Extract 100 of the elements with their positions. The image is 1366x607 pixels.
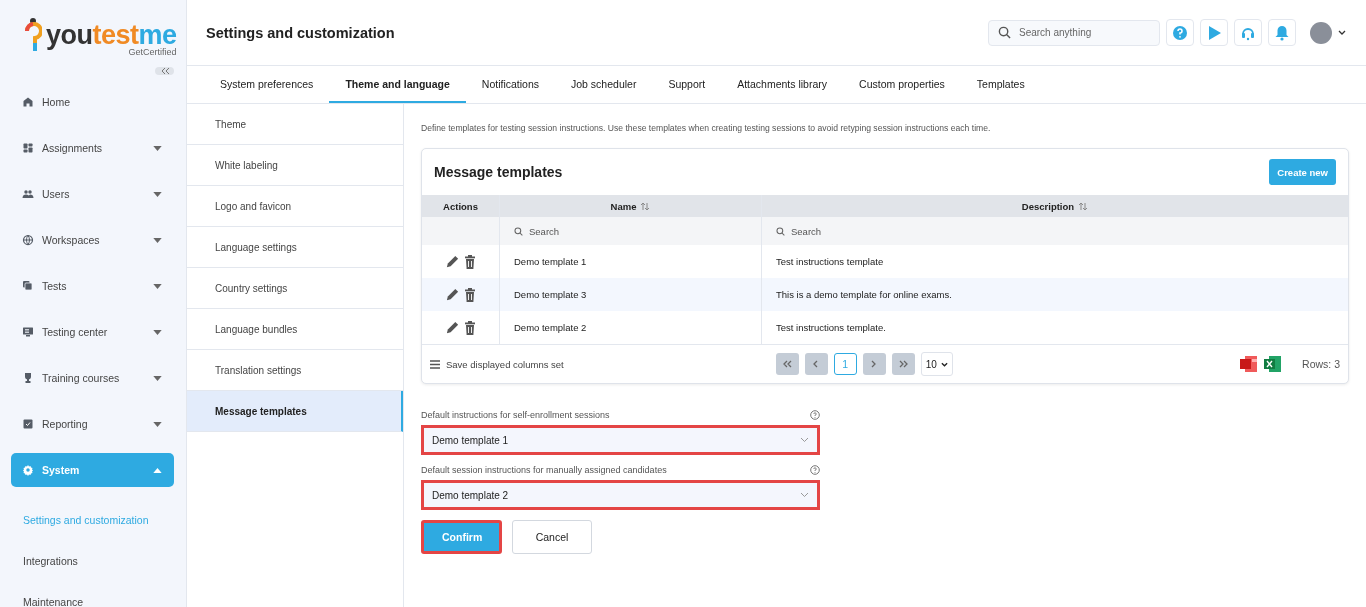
- logo-tagline: GetCertified: [127, 46, 177, 57]
- stacked-squares-icon: [22, 280, 34, 292]
- sidebar-item[interactable]: Home: [11, 85, 174, 119]
- headset-button[interactable]: [1234, 19, 1262, 46]
- sidebar-item[interactable]: Reporting: [11, 407, 174, 441]
- page-title: Settings and customization: [206, 24, 396, 41]
- trophy-icon: [22, 372, 34, 384]
- pdf-export-button[interactable]: [1240, 355, 1259, 373]
- pencil-icon: [445, 287, 460, 302]
- tab[interactable]: Templates: [960, 66, 1041, 103]
- tab[interactable]: Support: [652, 66, 722, 103]
- sidebar-item[interactable]: Training courses: [11, 361, 174, 395]
- collapse-button[interactable]: [155, 67, 174, 75]
- checkbox-icon: [22, 418, 34, 430]
- home-icon: [22, 96, 34, 108]
- gear-icon: [22, 464, 34, 476]
- tab[interactable]: Custom properties: [843, 66, 961, 103]
- search-icon: [514, 227, 523, 236]
- cancel-button[interactable]: Cancel: [512, 520, 592, 554]
- settings-menu-item[interactable]: White labeling: [187, 145, 403, 186]
- settings-menu-item[interactable]: Language bundles: [187, 309, 403, 350]
- trash-icon: [464, 287, 476, 302]
- logo-wordmark: youtestme: [46, 21, 177, 49]
- help-icon: [810, 410, 820, 420]
- field-label: Default session instructions for manually assigned candidates: [421, 465, 667, 475]
- column-header: Actions: [443, 200, 478, 212]
- template-select[interactable]: Demo template 1: [421, 425, 820, 455]
- delete-button[interactable]: [464, 320, 476, 335]
- help-button[interactable]: [1166, 19, 1194, 46]
- table-cell-text: Test instructions template.: [775, 321, 887, 335]
- search-icon: [776, 227, 785, 236]
- table-cell: Demo template 3: [500, 278, 762, 311]
- bell-button[interactable]: [1268, 19, 1296, 46]
- table-cell: Demo template 2: [500, 311, 762, 344]
- help-icon: [810, 465, 820, 475]
- field-label: Default instructions for self-enrollment sessions: [421, 410, 610, 420]
- column-header[interactable]: Description: [1021, 200, 1075, 212]
- template-select[interactable]: Demo template 2: [421, 480, 820, 510]
- chevron-icon: [800, 492, 809, 498]
- sort-icon[interactable]: [640, 201, 651, 211]
- settings-menu-item[interactable]: Language settings: [187, 227, 403, 268]
- delete-button[interactable]: [464, 254, 476, 269]
- help-icon: [1172, 24, 1188, 41]
- column-header[interactable]: Name: [610, 200, 637, 212]
- excel-export-button[interactable]: [1264, 355, 1283, 373]
- settings-menu-item[interactable]: Country settings: [187, 268, 403, 309]
- sidebar-subitem[interactable]: Maintenance: [0, 581, 186, 607]
- users-icon: [22, 188, 34, 200]
- search-field[interactable]: Search anything: [988, 19, 1160, 46]
- double-chevron-icon: [159, 67, 170, 75]
- dashboard-icon: [22, 142, 34, 154]
- pencil-icon: [445, 254, 460, 269]
- sidebar-item[interactable]: Users: [11, 177, 174, 211]
- trash-icon: [464, 254, 476, 269]
- pdf-file-icon: [1240, 355, 1259, 373]
- next-page-button[interactable]: [862, 353, 886, 375]
- sidebar-subitem[interactable]: Integrations: [0, 540, 186, 581]
- tab[interactable]: System preferences: [204, 66, 330, 103]
- double-chevron-icon: [897, 359, 910, 369]
- tab[interactable]: Job scheduler: [555, 66, 653, 103]
- sidebar-item[interactable]: Testing center: [11, 315, 174, 349]
- pencil-icon: [445, 320, 460, 335]
- last-page-button[interactable]: [891, 353, 915, 375]
- settings-menu-item[interactable]: Theme: [187, 104, 403, 145]
- table-cell: This is a demo template for online exams.: [762, 278, 1348, 311]
- user-avatar[interactable]: [1310, 21, 1332, 44]
- search-icon: [998, 25, 1011, 39]
- play-button[interactable]: [1200, 19, 1228, 46]
- bell-icon: [1274, 24, 1290, 41]
- description-text: Define templates for testing session instructions. Use these templates when creating testing sessions to avoid retyping session instructions each time.: [421, 123, 992, 133]
- previous-page-button[interactable]: [804, 353, 828, 375]
- chevron-icon: [800, 437, 809, 443]
- edit-button[interactable]: [445, 254, 460, 269]
- rows-count: Rows: 3: [1302, 358, 1340, 370]
- sidebar-item[interactable]: Assignments: [11, 131, 174, 165]
- tab[interactable]: Notifications: [465, 66, 555, 103]
- page-size-select[interactable]: 10: [920, 352, 953, 376]
- tab[interactable]: Attachments library: [721, 66, 844, 103]
- play-icon: [1206, 24, 1222, 41]
- delete-button[interactable]: [464, 287, 476, 302]
- settings-menu-item[interactable]: Message templates: [187, 391, 403, 432]
- edit-button[interactable]: [445, 287, 460, 302]
- first-page-button[interactable]: [775, 353, 799, 375]
- table-cell-text: Test instructions template: [775, 255, 885, 269]
- caret-icon[interactable]: [1338, 30, 1346, 35]
- settings-menu-item[interactable]: Logo and favicon: [187, 186, 403, 227]
- sidebar-item[interactable]: Tests: [11, 269, 174, 303]
- save-columns-button[interactable]: Save displayed columns set: [430, 358, 564, 370]
- double-chevron-icon: [781, 359, 794, 369]
- sidebar-item[interactable]: Workspaces: [11, 223, 174, 257]
- list-icon: [430, 359, 440, 369]
- tab[interactable]: Theme and language: [329, 66, 466, 103]
- chevron-icon: [940, 361, 948, 367]
- edit-button[interactable]: [445, 320, 460, 335]
- excel-file-icon: [1264, 355, 1283, 373]
- monitor-icon: [22, 326, 34, 338]
- trash-icon: [464, 320, 476, 335]
- sort-icon[interactable]: [1078, 201, 1089, 211]
- globe-icon: [22, 234, 34, 246]
- card-title: Message templates: [434, 164, 563, 180]
